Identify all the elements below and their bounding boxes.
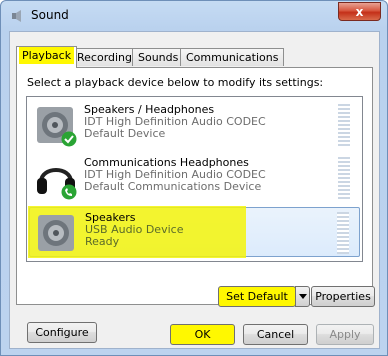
button-label: Apply: [329, 328, 361, 341]
device-status: Default Device: [84, 127, 166, 140]
tab-playback[interactable]: Playback: [16, 46, 78, 68]
set-default-button[interactable]: Set Default: [218, 286, 296, 307]
tab-label: Sounds: [138, 51, 179, 64]
green-phone-icon: [61, 184, 77, 200]
close-button[interactable]: x: [338, 2, 381, 21]
device-status: Ready: [85, 235, 120, 248]
window-title: Sound: [31, 8, 69, 22]
device-status: Default Communications Device: [84, 180, 262, 193]
tab-recording[interactable]: Recording: [71, 48, 139, 66]
sound-dialog: Sound x Playback Recording Sounds Commun…: [0, 0, 388, 356]
dialog-body: Playback Recording Sounds Communications…: [9, 31, 380, 349]
level-meter: [337, 212, 349, 254]
playback-panel: Select a playback device below to modify…: [16, 67, 373, 343]
level-meter: [338, 104, 350, 146]
level-meter: [338, 157, 350, 199]
green-check-icon: [61, 131, 77, 147]
button-label: Configure: [35, 326, 89, 339]
button-label: OK: [194, 328, 211, 341]
device-list[interactable]: Speakers / Headphones IDT High Definitio…: [26, 96, 363, 262]
device-item-speakers[interactable]: Speakers USB Audio Device Ready: [28, 206, 360, 258]
instruction-text: Select a playback device below to modify…: [27, 76, 324, 89]
device-item-speakers-headphones[interactable]: Speakers / Headphones IDT High Definitio…: [29, 100, 360, 150]
tab-label: Communications: [186, 51, 279, 64]
speaker-icon: [12, 10, 21, 22]
speaker-icon: [38, 215, 74, 251]
button-label: Properties: [315, 290, 371, 303]
tab-communications[interactable]: Communications: [180, 48, 285, 66]
tab-label: Recording: [77, 51, 133, 64]
set-default-dropdown[interactable]: [295, 286, 310, 307]
button-label: Cancel: [256, 328, 295, 341]
apply-button[interactable]: Apply: [316, 324, 374, 345]
cancel-button[interactable]: Cancel: [243, 324, 308, 345]
button-label: Set Default: [226, 290, 288, 303]
configure-button[interactable]: Configure: [27, 322, 97, 343]
tab-label: Playback: [19, 47, 75, 64]
tab-sounds[interactable]: Sounds: [132, 48, 185, 66]
ok-button[interactable]: OK: [170, 324, 235, 345]
properties-button[interactable]: Properties: [311, 286, 375, 307]
device-item-communications-headphones[interactable]: Communications Headphones IDT High Defin…: [29, 153, 360, 203]
title-bar[interactable]: Sound x: [1, 1, 387, 31]
